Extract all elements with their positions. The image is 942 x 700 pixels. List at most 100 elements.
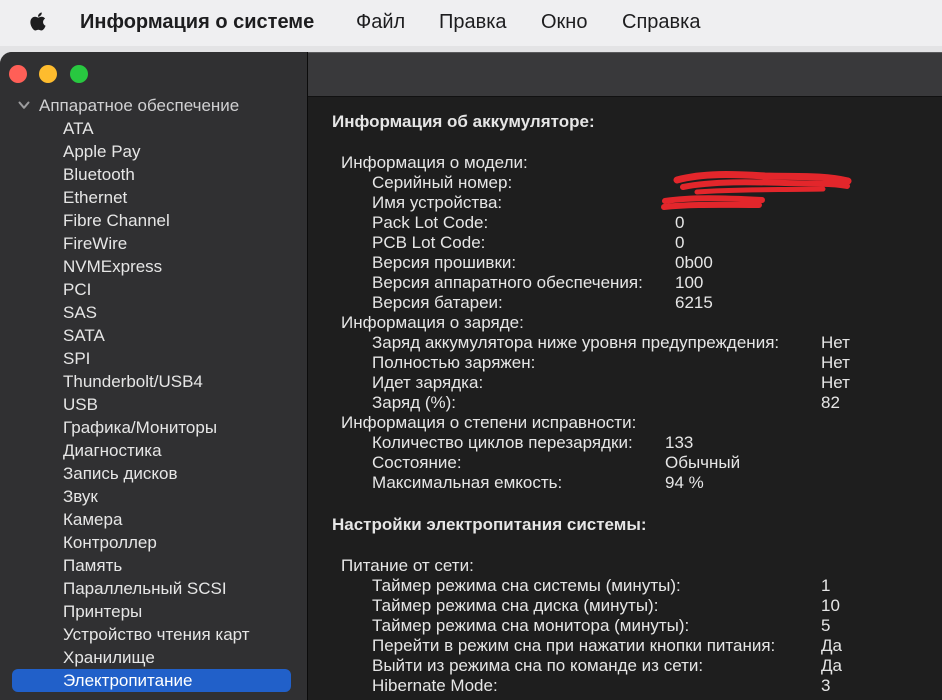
menu-edit[interactable]: Правка (439, 0, 507, 44)
info-value: 94 % (665, 473, 704, 492)
info-label: Идет зарядка: (372, 373, 484, 392)
info-label: Состояние: (372, 453, 462, 472)
section-title-power-settings: Настройки электропитания системы: (332, 515, 647, 534)
sidebar-section-hardware[interactable]: Аппаратное обеспечение (0, 94, 307, 117)
info-value: 82 (821, 393, 840, 412)
sidebar-item-nvmexpress[interactable]: NVMExpress (12, 255, 291, 278)
row-system-sleep-timer: Таймер режима сна системы (минуты): 1 (308, 576, 942, 596)
menu-window[interactable]: Окно (541, 0, 587, 44)
info-label: Pack Lot Code: (372, 213, 489, 232)
info-value: 10 (821, 596, 840, 615)
close-button[interactable] (9, 65, 27, 83)
system-information-window: Аппаратное обеспечение ATA Apple Pay Blu… (0, 52, 942, 700)
row-wake-on-lan: Выйти из режима сна по команде из сети: … (308, 656, 942, 676)
sidebar-item-thunderbolt-usb4[interactable]: Thunderbolt/USB4 (12, 370, 291, 393)
info-label: Полностью заряжен: (372, 353, 536, 372)
sidebar: Аппаратное обеспечение ATA Apple Pay Blu… (0, 52, 308, 700)
info-label: Таймер режима сна диска (минуты): (372, 596, 659, 615)
sidebar-item-ethernet[interactable]: Ethernet (12, 186, 291, 209)
info-value: 0b00 (675, 253, 713, 272)
row-cycle-count: Количество циклов перезарядки: 133 (308, 433, 942, 453)
info-label: PCB Lot Code: (372, 233, 486, 252)
row-firmware-version: Версия прошивки: 0b00 (308, 253, 942, 273)
row-state-of-charge: Заряд (%): 82 (308, 393, 942, 413)
sidebar-item-printers[interactable]: Принтеры (12, 600, 291, 623)
info-label: Версия батареи: (372, 293, 503, 312)
sidebar-item-apple-pay[interactable]: Apple Pay (12, 140, 291, 163)
sidebar-item-memory[interactable]: Память (12, 554, 291, 577)
info-value: 6215 (675, 293, 713, 312)
sidebar-item-sas[interactable]: SAS (12, 301, 291, 324)
main-panel: Информация об аккумуляторе: Информация о… (308, 52, 942, 700)
info-label: Версия аппаратного обеспечения: (372, 273, 643, 292)
sidebar-item-graphics-displays[interactable]: Графика/Мониторы (12, 416, 291, 439)
menu-app-name[interactable]: Информация о системе (80, 0, 314, 44)
info-label: Имя устройства: (372, 193, 503, 212)
sidebar-item-controller[interactable]: Контроллер (12, 531, 291, 554)
sidebar-section-label: Аппаратное обеспечение (39, 96, 240, 115)
row-condition: Состояние: Обычный (308, 453, 942, 473)
info-label: Версия прошивки: (372, 253, 517, 272)
row-sleep-on-power-button: Перейти в режим сна при нажатии кнопки п… (308, 636, 942, 656)
sidebar-item-disc-burning[interactable]: Запись дисков (12, 462, 291, 485)
info-value: Нет (821, 373, 850, 392)
redaction-scribble (661, 195, 765, 210)
info-value: 1 (821, 576, 831, 595)
menu-bar: Информация о системе Файл Правка Окно Сп… (0, 0, 942, 46)
row-display-sleep-timer: Таймер режима сна монитора (минуты): 5 (308, 616, 942, 636)
info-label: Максимальная емкость: (372, 473, 563, 492)
info-label: Выйти из режима сна по команде из сети: (372, 656, 704, 675)
sidebar-item-power[interactable]: Электропитание (12, 669, 291, 692)
row-serial-number: Серийный номер: (308, 171, 942, 195)
row-maximum-capacity: Максимальная емкость: 94 % (308, 473, 942, 493)
info-value: Да (821, 636, 842, 655)
info-label: Серийный номер: (372, 173, 513, 192)
chevron-down-icon[interactable] (18, 101, 30, 110)
row-fully-charged: Полностью заряжен: Нет (308, 353, 942, 373)
info-value: 5 (821, 616, 831, 635)
sidebar-item-parallel-scsi[interactable]: Параллельный SCSI (12, 577, 291, 600)
subsection-title-ac-power: Питание от сети: (341, 556, 474, 575)
row-hibernate-mode: Hibernate Mode: 3 (308, 676, 942, 696)
section-title-battery: Информация об аккумуляторе: (332, 112, 595, 131)
row-hardware-revision: Версия аппаратного обеспечения: 100 (308, 273, 942, 293)
info-label: Таймер режима сна системы (минуты): (372, 576, 681, 595)
info-value: Нет (821, 333, 850, 352)
sidebar-item-usb[interactable]: USB (12, 393, 291, 416)
info-label: Hibernate Mode: (372, 676, 498, 695)
sidebar-item-camera[interactable]: Камера (12, 508, 291, 531)
menu-help[interactable]: Справка (622, 0, 700, 44)
info-label: Таймер режима сна монитора (минуты): (372, 616, 690, 635)
sidebar-item-card-reader[interactable]: Устройство чтения карт (12, 623, 291, 646)
sidebar-item-sata[interactable]: SATA (12, 324, 291, 347)
subsection-title-charge: Информация о заряде: (341, 313, 524, 332)
info-value: 3 (821, 676, 831, 695)
minimize-button[interactable] (39, 65, 57, 83)
sidebar-item-spi[interactable]: SPI (12, 347, 291, 370)
info-value: Да (821, 656, 842, 675)
zoom-button[interactable] (70, 65, 88, 83)
info-value: 133 (665, 433, 694, 452)
report-content: Информация об аккумуляторе: Информация о… (308, 97, 942, 700)
sidebar-item-firewire[interactable]: FireWire (12, 232, 291, 255)
info-label: Заряд (%): (372, 393, 456, 412)
sidebar-item-diagnostics[interactable]: Диагностика (12, 439, 291, 462)
row-device-name: Имя устройства: (308, 193, 942, 213)
subsection-title-health: Информация о степени исправности: (341, 413, 637, 432)
row-below-warning-level: Заряд аккумулятора ниже уровня предупреж… (308, 333, 942, 353)
sidebar-item-storage[interactable]: Хранилище (12, 646, 291, 669)
row-cell-revision: Версия батареи: 6215 (308, 293, 942, 313)
menu-file[interactable]: Файл (356, 0, 405, 44)
sidebar-item-ata[interactable]: ATA (12, 117, 291, 140)
info-label: Перейти в режим сна при нажатии кнопки п… (372, 636, 776, 655)
info-value: 100 (675, 273, 704, 292)
sidebar-item-pci[interactable]: PCI (12, 278, 291, 301)
apple-icon[interactable] (26, 8, 50, 35)
row-pack-lot-code: Pack Lot Code: 0 (308, 213, 942, 233)
sidebar-item-bluetooth[interactable]: Bluetooth (12, 163, 291, 186)
toolbar (308, 52, 942, 97)
info-value: Нет (821, 353, 850, 372)
sidebar-item-fibre-channel[interactable]: Fibre Channel (12, 209, 291, 232)
sidebar-item-audio[interactable]: Звук (12, 485, 291, 508)
sidebar-tree: Аппаратное обеспечение ATA Apple Pay Blu… (0, 94, 307, 692)
